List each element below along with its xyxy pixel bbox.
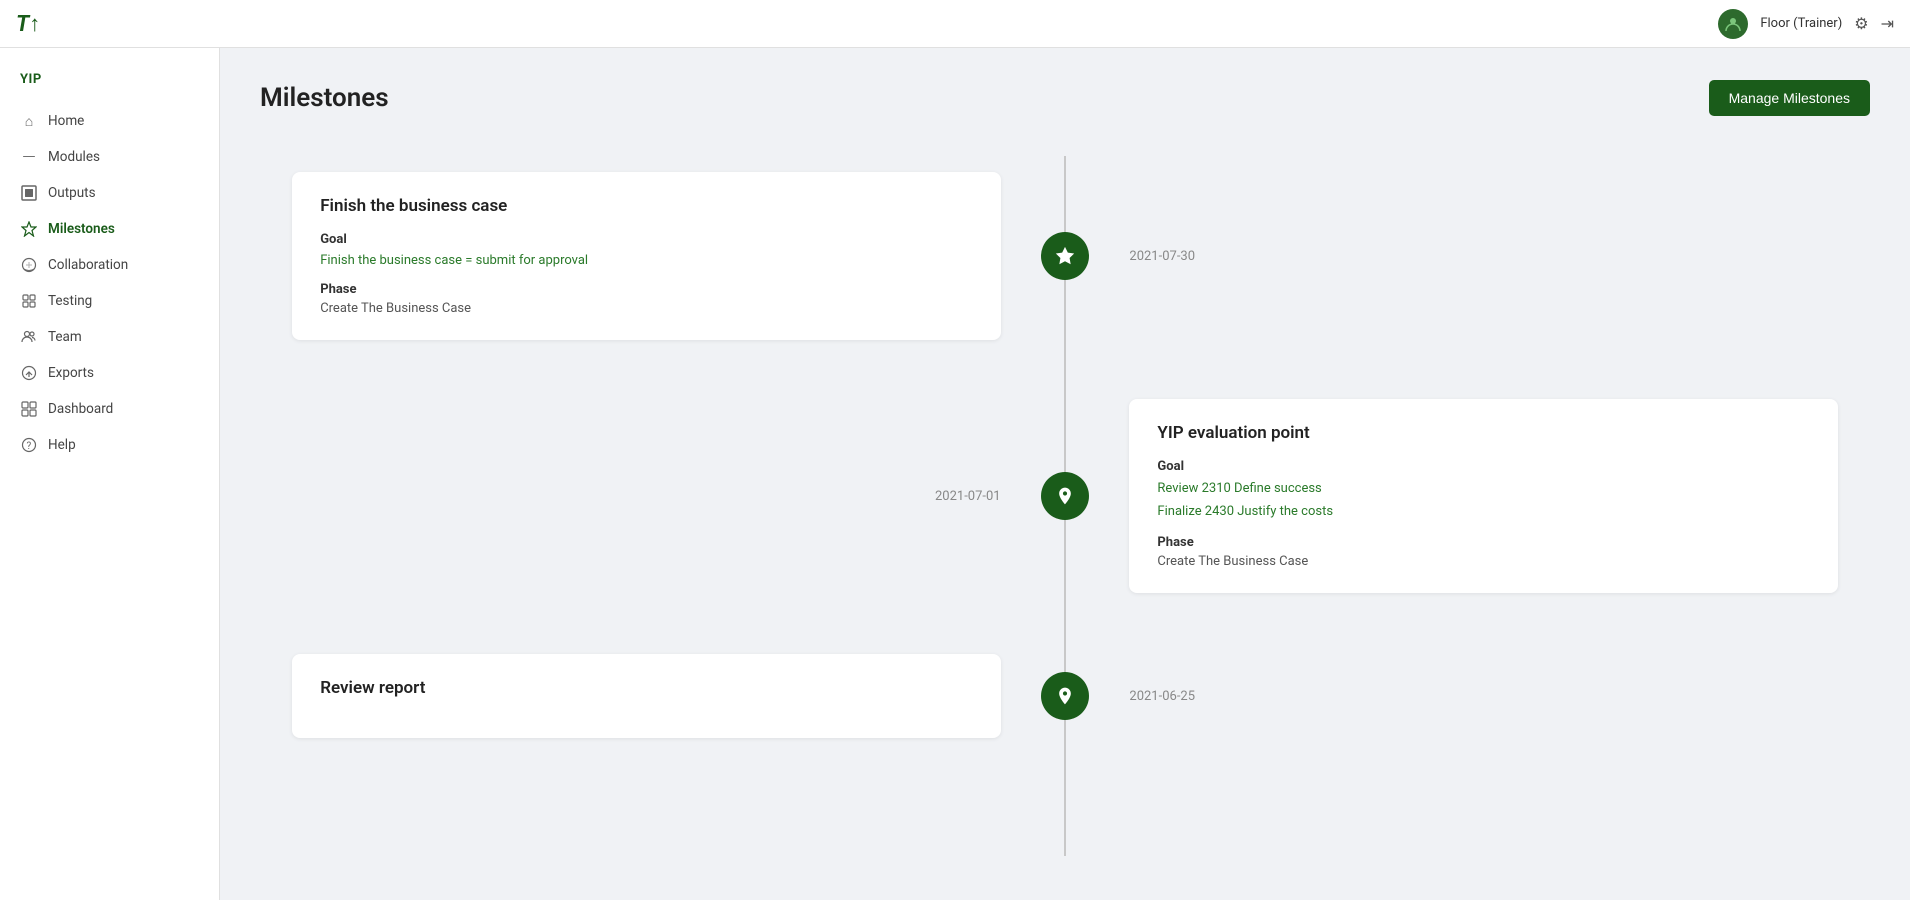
milestone-1-card: Finish the business case Goal Finish the… xyxy=(292,172,1000,341)
content-header: Milestones Manage Milestones xyxy=(260,80,1870,116)
topbar-right: Floor (Trainer) ⚙ ⇥ xyxy=(1718,9,1894,39)
milestone-3-date: 2021-06-25 xyxy=(1129,689,1195,704)
main-layout: YIP ⌂ Home — Modules Outputs Milestones … xyxy=(0,48,1910,900)
sidebar-item-home-label: Home xyxy=(48,113,84,129)
milestone-2-goal-value: Review 2310 Define success Finalize 2430… xyxy=(1157,478,1809,522)
milestone-2-phase-value: Create The Business Case xyxy=(1157,554,1809,569)
sidebar-item-milestones-label: Milestones xyxy=(48,221,115,237)
project-label: YIP xyxy=(0,64,219,103)
logo: T↑ xyxy=(16,11,40,37)
modules-icon: — xyxy=(20,148,38,166)
sidebar-item-home[interactable]: ⌂ Home xyxy=(0,103,219,139)
milestone-1-goal-value: Finish the business case = submit for ap… xyxy=(320,251,972,271)
sidebar-item-modules-label: Modules xyxy=(48,149,100,165)
collaboration-icon xyxy=(20,256,38,274)
sidebar-item-exports[interactable]: Exports xyxy=(0,355,219,391)
milestone-2-goal-line2: Finalize 2430 Justify the costs xyxy=(1157,501,1809,523)
sidebar-item-help[interactable]: ? Help xyxy=(0,427,219,463)
logout-icon[interactable]: ⇥ xyxy=(1881,14,1894,33)
milestone-1-phase-label: Phase xyxy=(320,282,972,297)
milestone-3-card: Review report xyxy=(292,654,1000,738)
user-name-label: Floor (Trainer) xyxy=(1760,16,1842,31)
sidebar-item-help-label: Help xyxy=(48,437,76,453)
topbar: T↑ Floor (Trainer) ⚙ ⇥ xyxy=(0,0,1910,48)
sidebar: YIP ⌂ Home — Modules Outputs Milestones … xyxy=(0,48,220,900)
sidebar-item-outputs-label: Outputs xyxy=(48,185,96,201)
manage-milestones-button[interactable]: Manage Milestones xyxy=(1709,80,1870,116)
milestone-1-date: 2021-07-30 xyxy=(1129,249,1195,264)
content-area: Milestones Manage Milestones Finish the … xyxy=(220,48,1910,900)
sidebar-item-collaboration[interactable]: Collaboration xyxy=(0,247,219,283)
testing-icon xyxy=(20,292,38,310)
milestones-icon xyxy=(20,220,38,238)
milestone-2: 2021-07-01 YIP evaluation point Goal Rev… xyxy=(260,386,1870,606)
svg-text:?: ? xyxy=(27,441,32,452)
sidebar-item-testing[interactable]: Testing xyxy=(0,283,219,319)
milestone-2-node xyxy=(1041,472,1089,520)
sidebar-item-testing-label: Testing xyxy=(48,293,92,309)
milestone-2-title: YIP evaluation point xyxy=(1157,423,1809,443)
sidebar-item-collaboration-label: Collaboration xyxy=(48,257,128,273)
outputs-icon xyxy=(20,184,38,202)
exports-icon xyxy=(20,364,38,382)
help-icon: ? xyxy=(20,436,38,454)
team-icon xyxy=(20,328,38,346)
milestone-1-title: Finish the business case xyxy=(320,196,972,216)
sidebar-item-dashboard[interactable]: Dashboard xyxy=(0,391,219,427)
dashboard-icon xyxy=(20,400,38,418)
sidebar-item-modules[interactable]: — Modules xyxy=(0,139,219,175)
milestone-2-goal-label: Goal xyxy=(1157,459,1809,474)
sidebar-item-exports-label: Exports xyxy=(48,365,94,381)
milestone-3-node xyxy=(1041,672,1089,720)
sidebar-item-milestones[interactable]: Milestones xyxy=(0,211,219,247)
milestone-3-title: Review report xyxy=(320,678,972,698)
page-title: Milestones xyxy=(260,83,389,113)
logo-text: T↑ xyxy=(16,11,40,37)
milestone-1-node xyxy=(1041,232,1089,280)
milestone-2-phase-label: Phase xyxy=(1157,535,1809,550)
milestone-1-phase-value: Create The Business Case xyxy=(320,301,972,316)
user-avatar xyxy=(1718,9,1748,39)
sidebar-item-outputs[interactable]: Outputs xyxy=(0,175,219,211)
milestones-timeline: Finish the business case Goal Finish the… xyxy=(260,156,1870,856)
milestone-2-goal-line1: Review 2310 Define success xyxy=(1157,478,1809,500)
sidebar-item-team[interactable]: Team xyxy=(0,319,219,355)
milestone-1-goal-label: Goal xyxy=(320,232,972,247)
milestone-2-date: 2021-07-01 xyxy=(935,489,1001,504)
home-icon: ⌂ xyxy=(20,112,38,130)
milestone-1: Finish the business case Goal Finish the… xyxy=(260,156,1870,356)
sidebar-item-dashboard-label: Dashboard xyxy=(48,401,113,417)
settings-icon[interactable]: ⚙ xyxy=(1854,14,1868,33)
milestone-2-card: YIP evaluation point Goal Review 2310 De… xyxy=(1129,399,1837,592)
sidebar-item-team-label: Team xyxy=(48,329,82,345)
milestone-3: Review report 2021-06-25 xyxy=(260,636,1870,756)
